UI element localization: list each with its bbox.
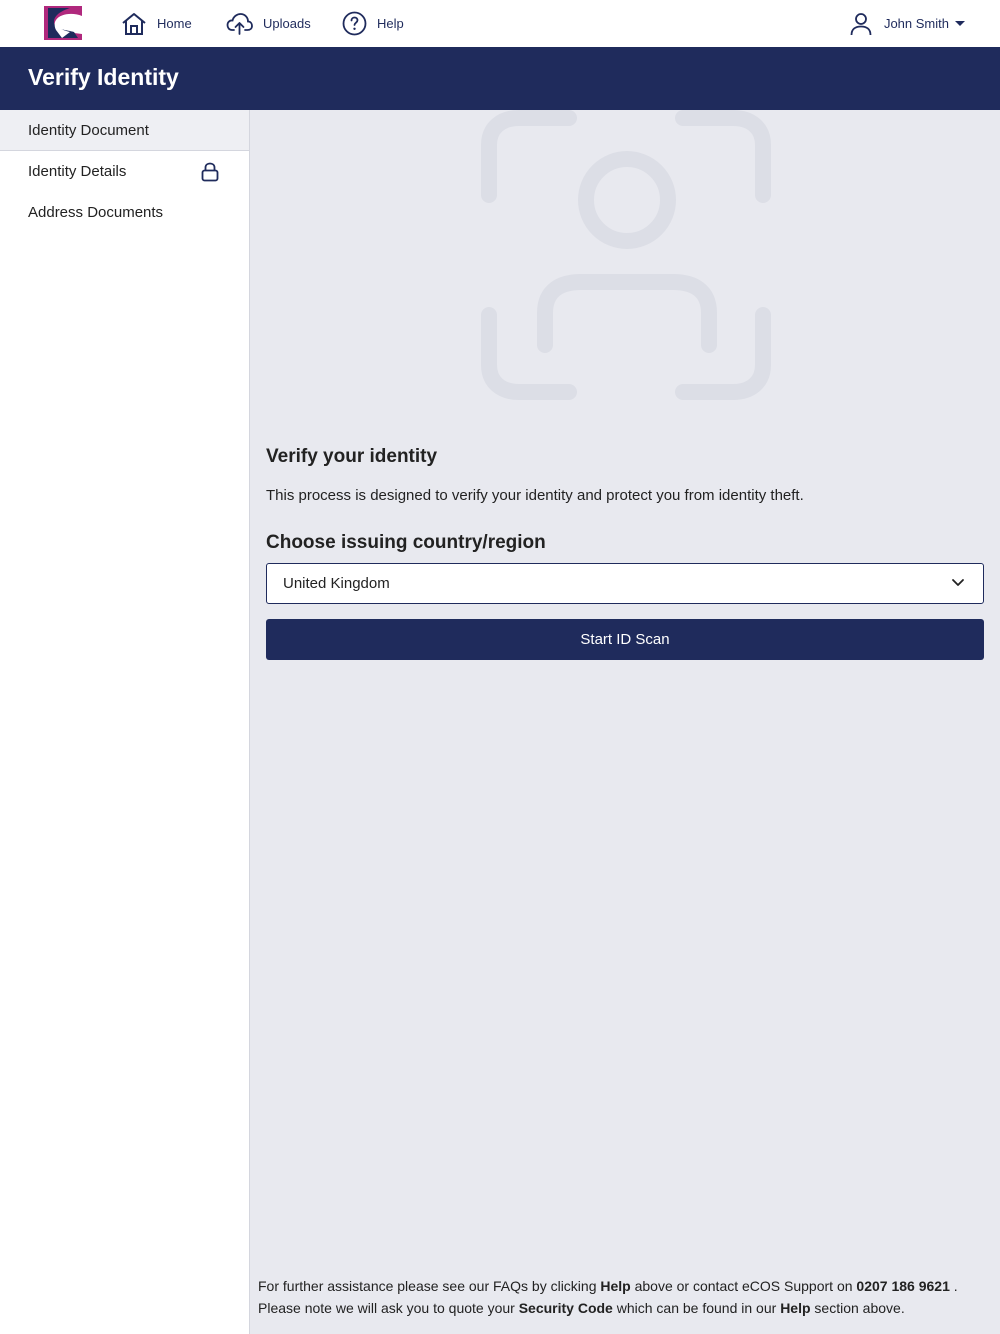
nav-home[interactable]: Home [121,0,192,47]
sidebar-item-address-documents[interactable]: Address Documents [0,192,249,233]
nav-uploads-label: Uploads [263,16,311,31]
footer-help-text: For further assistance please see our FA… [258,1275,993,1319]
top-navigation: Home Uploads Help John Smith [0,0,1000,47]
footer-line-1: For further assistance please see our FA… [258,1275,993,1297]
footer-help-link[interactable]: Help [600,1278,630,1294]
lock-icon [201,162,219,182]
page-header: Verify Identity [0,47,1000,110]
help-circle-icon [342,11,367,36]
page-title: Verify Identity [28,64,179,90]
footer-help-link[interactable]: Help [780,1300,810,1316]
country-label: Choose issuing country/region [266,532,546,553]
footer-text: . [949,1278,958,1294]
cloud-upload-icon [226,12,253,35]
verify-description: This process is designed to verify your … [266,487,804,504]
country-select[interactable]: United Kingdom [266,563,984,604]
user-name: John Smith [883,16,949,31]
user-icon [850,12,872,35]
home-icon [122,12,146,35]
footer-text: For further assistance please see our FA… [258,1278,601,1294]
company-logo[interactable] [42,4,84,42]
start-id-scan-button[interactable]: Start ID Scan [266,619,984,660]
nav-help[interactable]: Help [342,0,404,47]
support-phone: 0207 186 9621 [856,1278,950,1294]
footer-text: above or contact eCOS Support on [630,1278,857,1294]
security-code-text: Security Code [518,1300,613,1316]
chevron-down-icon [952,579,964,586]
nav-uploads[interactable]: Uploads [226,0,311,47]
footer-text: Please note we will ask you to quote you… [258,1300,519,1316]
start-id-scan-label: Start ID Scan [580,631,670,648]
footer-text: which can be found in our [612,1300,781,1316]
footer-text: section above. [810,1300,905,1316]
sidebar-item-label: Identity Document [28,121,149,139]
footer-line-2: Please note we will ask you to quote you… [258,1297,993,1319]
country-select-value: United Kingdom [283,575,390,592]
nav-help-label: Help [377,16,404,31]
verify-heading: Verify your identity [266,446,438,467]
sidebar-item-identity-document[interactable]: Identity Document [0,110,249,151]
nav-home-label: Home [157,16,192,31]
face-scan-illustration [481,110,771,400]
user-menu[interactable]: John Smith [850,0,965,47]
caret-down-icon [955,21,965,26]
sidebar: Identity Document Identity Details Addre… [0,110,250,1334]
sidebar-item-label: Address Documents [28,204,164,221]
sidebar-item-identity-details[interactable]: Identity Details [0,151,249,192]
sidebar-item-label: Identity Details [28,163,127,180]
